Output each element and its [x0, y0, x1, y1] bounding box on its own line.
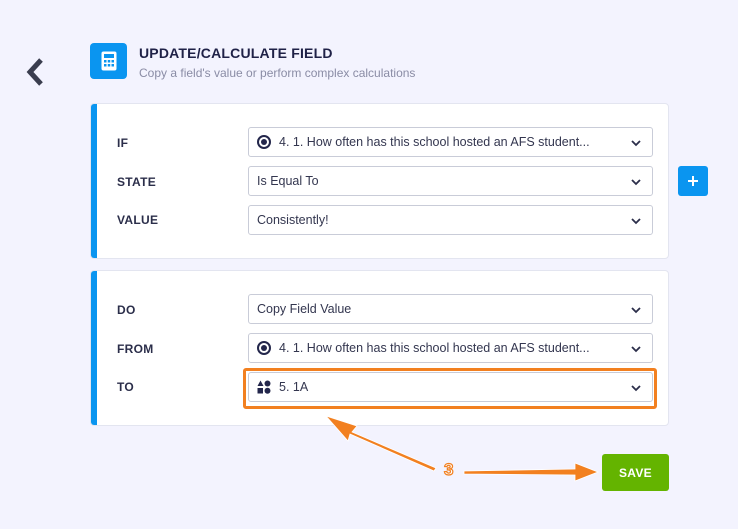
step-number-label: 3	[443, 459, 454, 479]
if-field-value: 4. 1. How often has this school hosted a…	[279, 135, 590, 149]
value-select[interactable]: Consistently!	[248, 205, 653, 235]
add-condition-button[interactable]	[678, 166, 708, 196]
state-value: Is Equal To	[257, 174, 319, 188]
chevron-down-icon	[631, 307, 641, 314]
radio-field-icon	[257, 135, 271, 149]
from-field-select[interactable]: 4. 1. How often has this school hosted a…	[248, 333, 653, 363]
back-button[interactable]	[22, 56, 48, 88]
do-label: DO	[117, 303, 136, 317]
save-button[interactable]: SAVE	[602, 454, 669, 491]
do-value: Copy Field Value	[257, 302, 352, 316]
state-label: STATE	[117, 175, 157, 189]
radio-field-icon	[257, 341, 271, 355]
highlight-annotation-box	[243, 368, 657, 409]
page-subtitle: Copy a field's value or perform complex …	[139, 66, 416, 80]
if-label: IF	[117, 136, 129, 150]
condition-card: IF 4. 1. How often has this school hoste…	[90, 103, 669, 259]
from-label: FROM	[117, 342, 154, 356]
calculator-icon	[90, 43, 127, 79]
arrow-to-save	[463, 462, 600, 482]
chevron-down-icon	[631, 179, 641, 186]
value-value: Consistently!	[257, 213, 329, 227]
state-select[interactable]: Is Equal To	[248, 166, 653, 196]
chevron-down-icon	[631, 140, 641, 147]
do-select[interactable]: Copy Field Value	[248, 294, 653, 324]
chevron-down-icon	[631, 218, 641, 225]
chevron-down-icon	[631, 346, 641, 353]
to-label: TO	[117, 380, 135, 394]
value-label: VALUE	[117, 213, 159, 227]
plus-icon	[688, 176, 698, 186]
from-field-value: 4. 1. How often has this school hosted a…	[279, 341, 590, 355]
if-field-select[interactable]: 4. 1. How often has this school hosted a…	[248, 127, 653, 157]
chevron-left-icon	[26, 58, 43, 86]
page-title: UPDATE/CALCULATE FIELD	[139, 45, 333, 61]
